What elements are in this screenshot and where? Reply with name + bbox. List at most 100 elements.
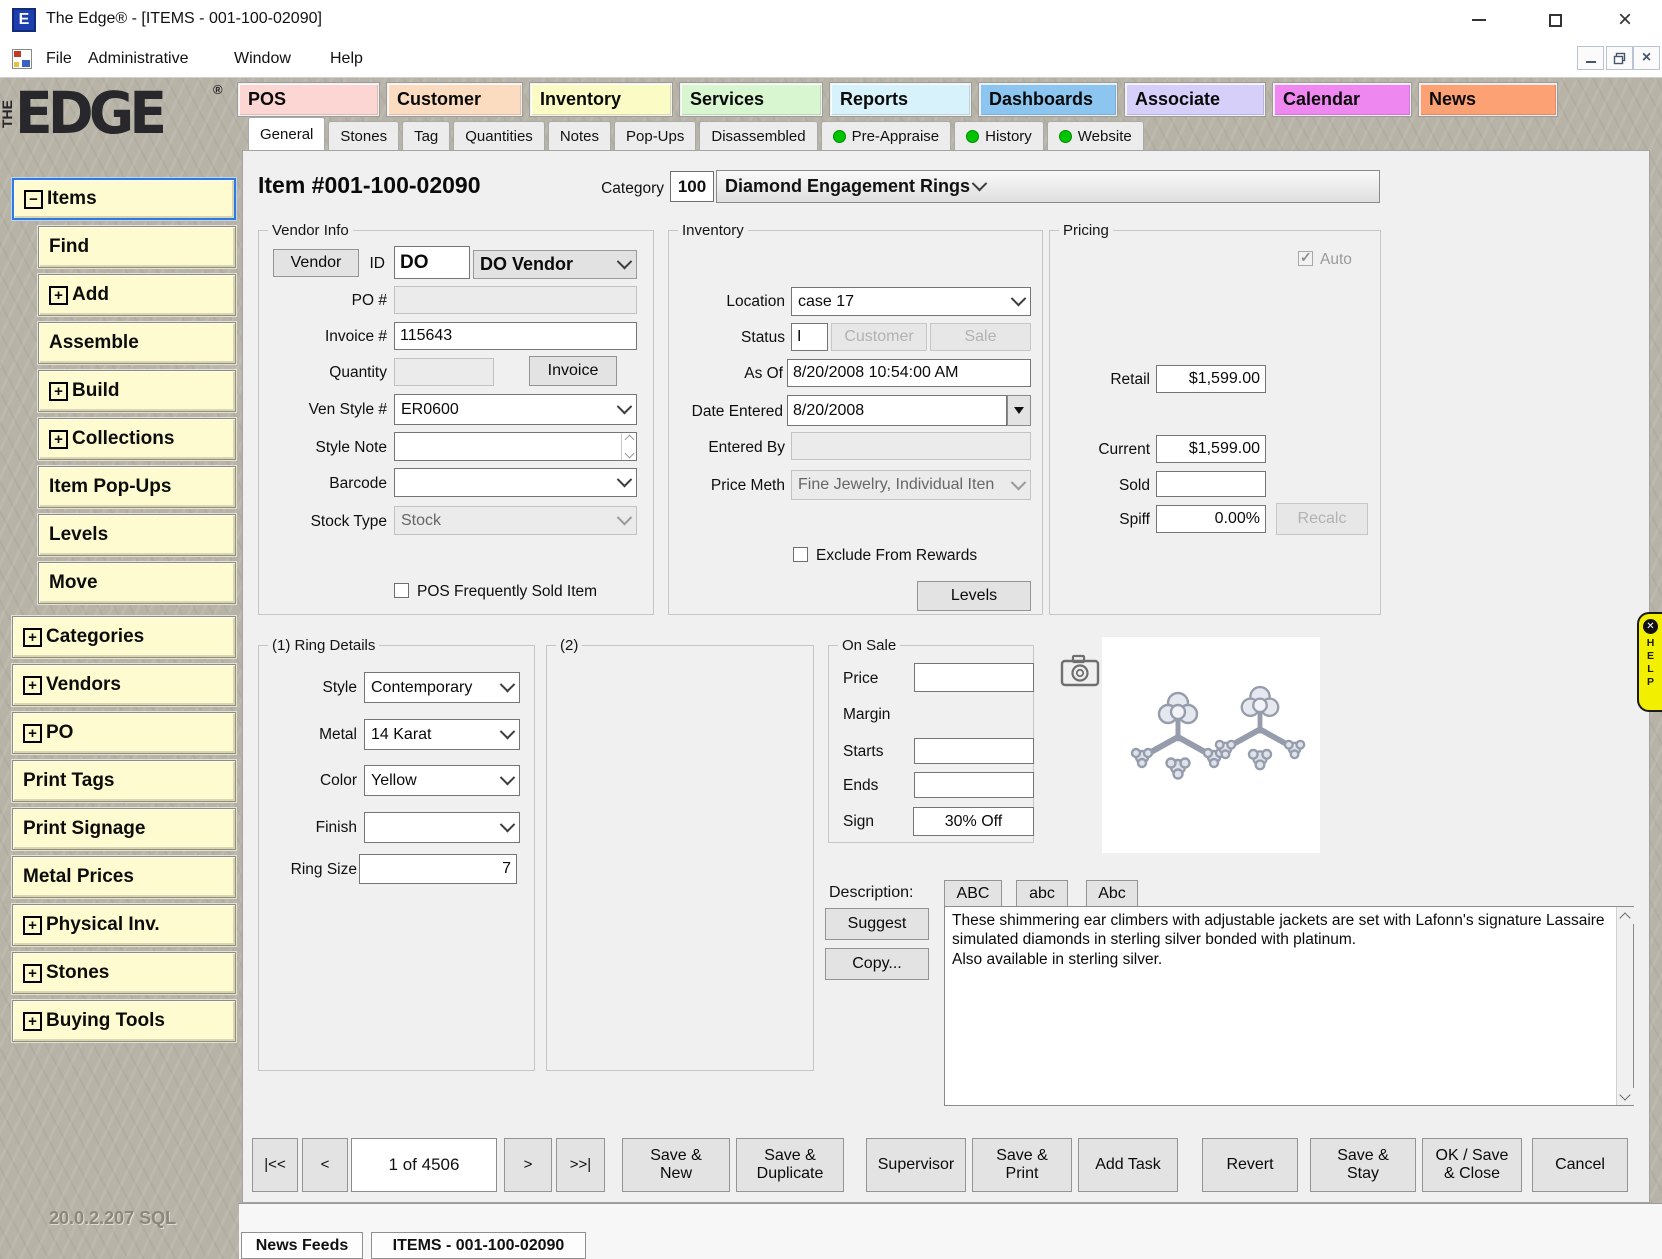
customer-button[interactable]: Customer — [831, 323, 927, 351]
po-number-input[interactable] — [394, 286, 637, 314]
tab-calendar[interactable]: Calendar — [1273, 83, 1411, 116]
sale-price-input[interactable] — [914, 663, 1034, 692]
camera-icon[interactable] — [1060, 654, 1102, 693]
sidebar-item-buying-tools[interactable]: +Buying Tools — [12, 1000, 236, 1042]
barcode-dropdown[interactable] — [394, 468, 637, 497]
lowercase-button[interactable]: abc — [1016, 880, 1068, 908]
tab-services[interactable]: Services — [680, 83, 822, 116]
quantity-input[interactable] — [394, 358, 494, 386]
scroll-down-button[interactable] — [1617, 1088, 1634, 1105]
date-entered-input[interactable] — [787, 395, 1007, 426]
ok-save-close-button[interactable]: OK / Save & Close — [1422, 1138, 1522, 1192]
vendor-button[interactable]: Vendor — [273, 249, 359, 277]
stock-type-dropdown[interactable]: Stock — [394, 506, 637, 535]
copy-button[interactable]: Copy... — [825, 948, 929, 980]
previous-record-button[interactable]: < — [302, 1138, 348, 1192]
tab-associate[interactable]: Associate — [1125, 83, 1265, 116]
metal-dropdown[interactable]: 14 Karat — [364, 719, 520, 750]
save-and-duplicate-button[interactable]: Save & Duplicate — [736, 1138, 844, 1192]
news-feeds-tab[interactable]: News Feeds — [241, 1232, 363, 1259]
menu-file[interactable]: File — [40, 48, 78, 70]
ring-size-input[interactable] — [359, 854, 517, 884]
sale-button[interactable]: Sale — [930, 323, 1031, 351]
sidebar-item-metal-prices[interactable]: Metal Prices — [12, 856, 236, 898]
color-dropdown[interactable]: Yellow — [364, 765, 520, 796]
sidebar-item-physical-inv[interactable]: +Physical Inv. — [12, 904, 236, 946]
invoice-number-input[interactable] — [394, 322, 637, 350]
tab-pre-appraise[interactable]: Pre-Appraise — [821, 121, 952, 150]
tab-pos[interactable]: POS — [238, 83, 379, 116]
close-button[interactable]: × — [1600, 0, 1650, 40]
tab-quantities[interactable]: Quantities — [453, 121, 545, 150]
menu-window[interactable]: Window — [228, 48, 297, 70]
menu-help[interactable]: Help — [324, 48, 369, 70]
maximize-button[interactable] — [1530, 0, 1580, 40]
exclude-from-rewards-checkbox[interactable] — [793, 547, 808, 562]
uppercase-button[interactable]: ABC — [944, 880, 1002, 908]
tab-history[interactable]: History — [954, 121, 1044, 150]
cancel-button[interactable]: Cancel — [1532, 1138, 1628, 1192]
sidebar-item-find[interactable]: Find — [38, 226, 236, 268]
description-textarea[interactable]: These shimmering ear climbers with adjus… — [944, 906, 1634, 1106]
starts-input[interactable] — [914, 738, 1034, 764]
help-tab[interactable]: ✕ HELP — [1637, 612, 1662, 712]
ven-style-dropdown[interactable]: ER0600 — [394, 394, 637, 425]
tab-inventory[interactable]: Inventory — [530, 83, 672, 116]
description-scrollbar[interactable] — [1616, 907, 1633, 1105]
ends-input[interactable] — [914, 772, 1034, 798]
tab-popups[interactable]: Pop-Ups — [614, 121, 696, 150]
minimize-button[interactable] — [1454, 0, 1504, 40]
add-task-button[interactable]: Add Task — [1078, 1138, 1178, 1192]
sidebar-item-print-signage[interactable]: Print Signage — [12, 808, 236, 850]
recalc-button[interactable]: Recalc — [1276, 503, 1368, 535]
save-and-print-button[interactable]: Save & Print — [972, 1138, 1072, 1192]
scroll-up-button[interactable] — [1617, 907, 1634, 924]
sidebar-item-levels[interactable]: Levels — [38, 514, 236, 556]
titlecase-button[interactable]: Abc — [1086, 880, 1138, 908]
tab-customer[interactable]: Customer — [387, 83, 522, 116]
mdi-close-button[interactable]: × — [1633, 46, 1660, 70]
tab-tag[interactable]: Tag — [402, 121, 450, 150]
tab-dashboards[interactable]: Dashboards — [979, 83, 1117, 116]
date-entered-calendar-button[interactable] — [1007, 395, 1031, 426]
auto-checkbox[interactable] — [1298, 251, 1313, 266]
style-note-input[interactable] — [394, 432, 637, 461]
sidebar-item-stones[interactable]: +Stones — [12, 952, 236, 994]
mdi-minimize-button[interactable] — [1577, 46, 1604, 70]
sidebar-item-items[interactable]: −Items — [12, 178, 236, 220]
revert-button[interactable]: Revert — [1202, 1138, 1298, 1192]
sidebar-item-print-tags[interactable]: Print Tags — [12, 760, 236, 802]
next-record-button[interactable]: > — [504, 1138, 552, 1192]
tab-news[interactable]: News — [1419, 83, 1557, 116]
style-note-spinner[interactable] — [621, 433, 636, 460]
pos-frequently-sold-checkbox[interactable] — [394, 583, 409, 598]
menu-administrative[interactable]: Administrative — [82, 48, 194, 70]
levels-button[interactable]: Levels — [917, 581, 1031, 611]
sidebar-item-categories[interactable]: +Categories — [12, 616, 236, 658]
suggest-button[interactable]: Suggest — [825, 908, 929, 940]
location-dropdown[interactable]: case 17 — [791, 287, 1031, 316]
mdi-restore-button[interactable] — [1606, 46, 1633, 70]
save-and-new-button[interactable]: Save & New — [622, 1138, 730, 1192]
category-dropdown[interactable]: Diamond Engagement Rings — [716, 170, 1380, 203]
sidebar-item-collections[interactable]: +Collections — [38, 418, 236, 460]
first-record-button[interactable]: |<< — [252, 1138, 298, 1192]
finish-dropdown[interactable] — [364, 812, 520, 843]
tab-website[interactable]: Website — [1047, 121, 1144, 150]
tab-reports[interactable]: Reports — [830, 83, 971, 116]
invoice-button[interactable]: Invoice — [529, 356, 617, 386]
sidebar-item-item-popups[interactable]: Item Pop-Ups — [38, 466, 236, 508]
tab-disassembled[interactable]: Disassembled — [699, 121, 817, 150]
sidebar-item-po[interactable]: +PO — [12, 712, 236, 754]
status-input[interactable] — [791, 323, 828, 351]
sidebar-item-add[interactable]: +Add — [38, 274, 236, 316]
tab-stones[interactable]: Stones — [328, 121, 399, 150]
help-close-icon[interactable]: ✕ — [1643, 619, 1658, 634]
tab-notes[interactable]: Notes — [548, 121, 611, 150]
tab-general[interactable]: General — [248, 117, 325, 150]
sidebar-item-move[interactable]: Move — [38, 562, 236, 604]
price-meth-dropdown[interactable]: Fine Jewelry, Individual Iten — [791, 470, 1031, 500]
sidebar-item-build[interactable]: +Build — [38, 370, 236, 412]
sidebar-item-assemble[interactable]: Assemble — [38, 322, 236, 364]
vendor-id-input[interactable] — [394, 246, 470, 279]
